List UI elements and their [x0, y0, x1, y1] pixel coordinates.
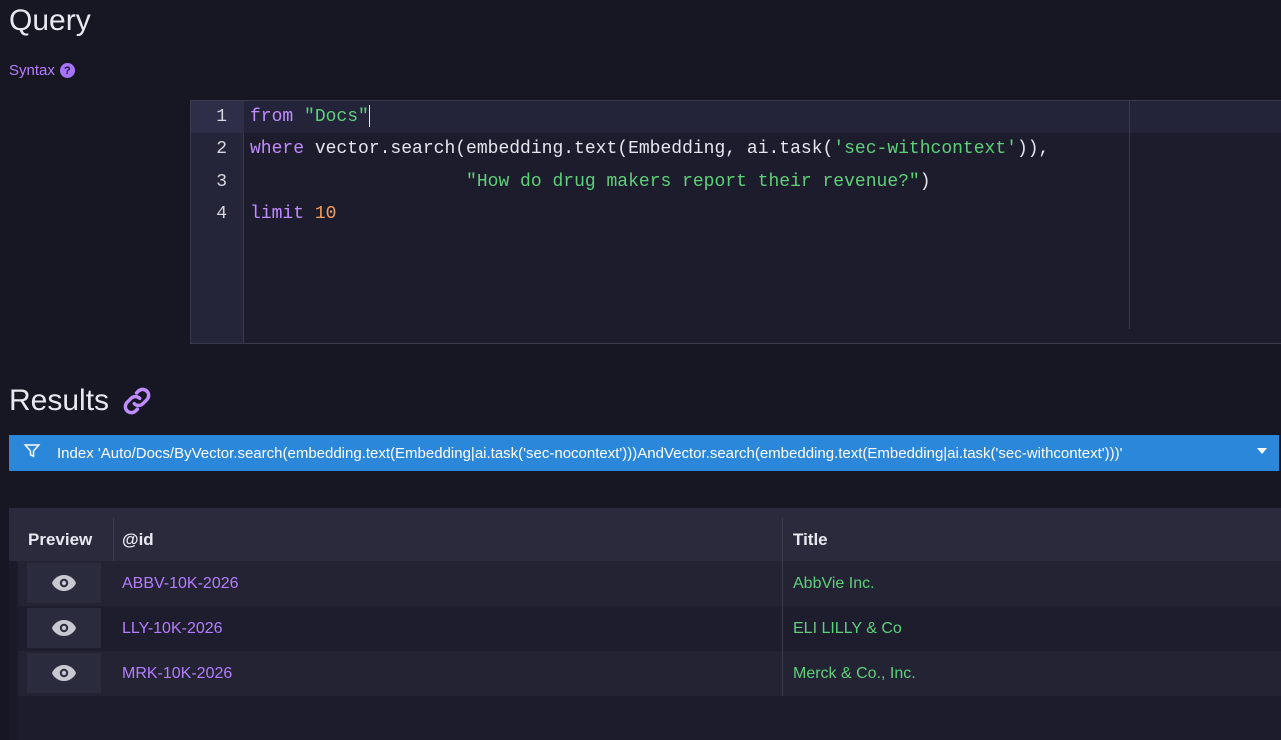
editor-ruler	[1129, 101, 1130, 329]
index-selector[interactable]: Index 'Auto/Docs/ByVector.search(embeddi…	[9, 435, 1279, 471]
column-header-preview[interactable]: Preview	[28, 508, 92, 561]
caret-down-icon[interactable]	[1257, 448, 1267, 454]
line-number: 3	[216, 172, 227, 192]
results-title: Results	[9, 384, 110, 417]
document-id-link[interactable]: MRK-10K-2026	[122, 651, 232, 696]
query-editor[interactable]: 1 2 3 4 from "Docs" where vector.search(…	[190, 100, 1281, 344]
keyword-limit: limit	[250, 204, 305, 224]
eye-icon	[52, 575, 76, 591]
index-label: Index 'Auto/Docs/ByVector.search(embeddi…	[57, 444, 1123, 462]
preview-button[interactable]	[27, 563, 101, 603]
results-heading: Results	[9, 384, 153, 418]
document-id-link[interactable]: ABBV-10K-2026	[122, 561, 239, 606]
keyword-where: where	[250, 139, 305, 159]
filter-funnel-icon	[23, 442, 41, 464]
keyword-from: from	[250, 107, 294, 127]
code-line-2[interactable]: where vector.search(embedding.text(Embed…	[250, 133, 1049, 165]
syntax-label: Syntax	[9, 62, 55, 79]
line-number: 4	[216, 204, 227, 224]
preview-button[interactable]	[27, 653, 101, 693]
code-text: )),	[1016, 139, 1050, 159]
collection-string: "Docs"	[304, 107, 369, 127]
code-text: )	[919, 172, 931, 192]
results-table: Preview @id Title ABBV-10K-2026 AbbVie I…	[9, 508, 1281, 740]
question-circle-icon[interactable]: ?	[59, 63, 75, 78]
cell-divider	[782, 606, 783, 651]
table-header: Preview @id Title	[9, 508, 1281, 561]
active-line-highlight	[244, 101, 1281, 133]
document-title: Merck & Co., Inc.	[793, 665, 916, 682]
document-title: AbbVie Inc.	[793, 575, 875, 592]
query-heading: Query	[9, 4, 91, 37]
column-header-title[interactable]: Title	[793, 508, 828, 561]
cell-divider	[782, 651, 783, 696]
preview-button[interactable]	[27, 608, 101, 648]
document-title: ELI LILLY & Co	[793, 620, 902, 637]
eye-icon	[52, 620, 76, 636]
link-icon[interactable]	[121, 385, 153, 417]
task-string: 'sec-withcontext'	[833, 139, 1017, 159]
limit-number: 10	[314, 204, 337, 224]
table-row[interactable]: LLY-10K-2026 ELI LILLY & Co	[18, 606, 1281, 651]
table-left-edge	[9, 561, 18, 740]
line-number-gutter: 1 2 3 4	[191, 101, 244, 343]
code-line-4[interactable]: limit 10	[250, 198, 336, 230]
text-cursor	[368, 105, 370, 128]
table-row[interactable]: ABBV-10K-2026 AbbVie Inc.	[18, 561, 1281, 606]
line-number: 1	[216, 107, 227, 127]
page: Query Syntax ? 1 2 3 4 from "Docs" where…	[0, 0, 1281, 740]
line-number: 2	[216, 139, 227, 159]
eye-icon	[52, 665, 76, 681]
code-line-1[interactable]: from "Docs"	[250, 101, 370, 133]
cell-divider	[782, 561, 783, 606]
column-divider[interactable]	[782, 518, 783, 561]
document-id-link[interactable]: LLY-10K-2026	[122, 606, 223, 651]
syntax-link[interactable]: Syntax ?	[9, 62, 75, 79]
column-header-id[interactable]: @id	[122, 508, 154, 561]
question-string: "How do drug makers report their revenue…	[466, 172, 920, 192]
code-line-3[interactable]: "How do drug makers report their revenue…	[250, 166, 931, 198]
code-text: vector.search(embedding.text(Embedding, …	[304, 139, 834, 159]
column-divider[interactable]	[113, 518, 114, 561]
table-row[interactable]: MRK-10K-2026 Merck & Co., Inc.	[18, 651, 1281, 696]
